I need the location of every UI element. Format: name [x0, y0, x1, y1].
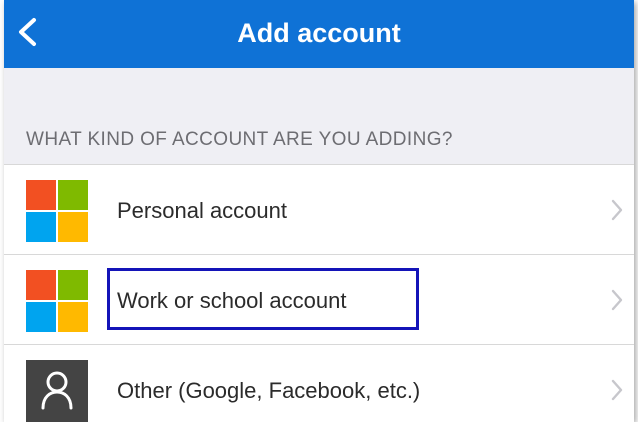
- list-item-label: Other (Google, Facebook, etc.): [117, 378, 421, 403]
- list-item-personal-account[interactable]: Personal account: [4, 165, 634, 255]
- page-title: Add account: [237, 18, 401, 48]
- account-type-list: Personal account Work or school account: [4, 164, 634, 422]
- list-item-label: Personal account: [117, 198, 287, 223]
- list-item-other-account[interactable]: Other (Google, Facebook, etc.): [4, 345, 634, 422]
- person-icon: [26, 360, 88, 422]
- microsoft-logo-icon: [26, 270, 88, 332]
- chevron-right-icon: [611, 199, 623, 221]
- section-header: WHAT KIND OF ACCOUNT ARE YOU ADDING?: [26, 129, 453, 150]
- highlight-box: [107, 268, 419, 330]
- navigation-bar: Add account: [4, 0, 634, 68]
- microsoft-logo-icon: [26, 180, 88, 242]
- chevron-right-icon: [611, 379, 623, 401]
- app-screen: Add account WHAT KIND OF ACCOUNT ARE YOU…: [4, 0, 634, 422]
- chevron-right-icon: [611, 289, 623, 311]
